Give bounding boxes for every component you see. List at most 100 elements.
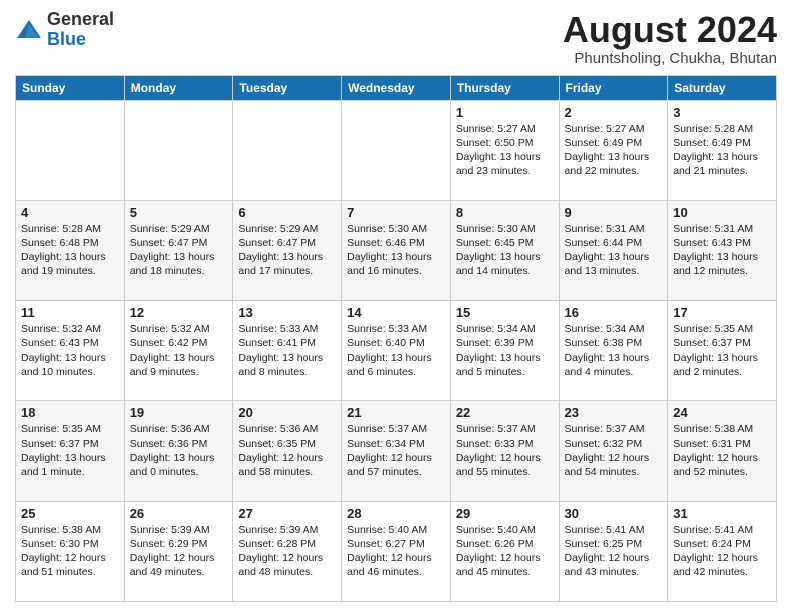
day-info: Sunset: 6:33 PM	[456, 437, 554, 451]
week-row-1: 1Sunrise: 5:27 AMSunset: 6:50 PMDaylight…	[16, 100, 777, 200]
day-info: Sunrise: 5:41 AM	[673, 523, 771, 537]
day-info: and 1 minute.	[21, 465, 119, 479]
day-info: and 17 minutes.	[238, 264, 336, 278]
day-info: and 0 minutes.	[130, 465, 228, 479]
day-info: Sunset: 6:46 PM	[347, 236, 445, 250]
day-info: Sunrise: 5:29 AM	[238, 222, 336, 236]
day-info: Sunrise: 5:36 AM	[238, 422, 336, 436]
day-number: 20	[238, 405, 336, 420]
day-of-week-monday: Monday	[124, 75, 233, 100]
calendar-cell: 29Sunrise: 5:40 AMSunset: 6:26 PMDayligh…	[450, 501, 559, 601]
day-info: Sunset: 6:43 PM	[673, 236, 771, 250]
calendar-cell: 9Sunrise: 5:31 AMSunset: 6:44 PMDaylight…	[559, 200, 668, 300]
calendar-cell: 1Sunrise: 5:27 AMSunset: 6:50 PMDaylight…	[450, 100, 559, 200]
day-info: Sunset: 6:36 PM	[130, 437, 228, 451]
day-info: Sunset: 6:25 PM	[565, 537, 663, 551]
day-info: and 43 minutes.	[565, 565, 663, 579]
day-info: Daylight: 13 hours	[130, 351, 228, 365]
day-info: Daylight: 12 hours	[238, 451, 336, 465]
calendar-cell: 10Sunrise: 5:31 AMSunset: 6:43 PMDayligh…	[668, 200, 777, 300]
week-row-4: 18Sunrise: 5:35 AMSunset: 6:37 PMDayligh…	[16, 401, 777, 501]
day-info: Sunrise: 5:41 AM	[565, 523, 663, 537]
day-info: Daylight: 13 hours	[673, 150, 771, 164]
day-number: 11	[21, 305, 119, 320]
day-info: and 51 minutes.	[21, 565, 119, 579]
calendar-table: SundayMondayTuesdayWednesdayThursdayFrid…	[15, 75, 777, 602]
day-info: Sunrise: 5:31 AM	[565, 222, 663, 236]
day-info: Sunset: 6:37 PM	[21, 437, 119, 451]
day-info: and 58 minutes.	[238, 465, 336, 479]
day-number: 16	[565, 305, 663, 320]
day-info: Daylight: 12 hours	[673, 551, 771, 565]
calendar-cell: 7Sunrise: 5:30 AMSunset: 6:46 PMDaylight…	[342, 200, 451, 300]
day-info: Daylight: 13 hours	[21, 451, 119, 465]
day-info: Sunrise: 5:32 AM	[130, 322, 228, 336]
day-number: 3	[673, 105, 771, 120]
day-info: and 55 minutes.	[456, 465, 554, 479]
day-info: Sunset: 6:49 PM	[673, 136, 771, 150]
day-info: Daylight: 12 hours	[347, 551, 445, 565]
calendar-cell: 12 Sunrise: 5:32 AMSunset: 6:42 PMDayligh…	[124, 301, 233, 401]
calendar-cell: 14Sunrise: 5:33 AMSunset: 6:40 PMDayligh…	[342, 301, 451, 401]
day-number: 7	[347, 205, 445, 220]
day-info: Daylight: 13 hours	[347, 250, 445, 264]
day-info: Sunrise: 5:28 AM	[673, 122, 771, 136]
header: General Blue August 2024 Phuntsholing, C…	[15, 10, 777, 67]
calendar-cell: 4Sunrise: 5:28 AMSunset: 6:48 PMDaylight…	[16, 200, 125, 300]
day-of-week-sunday: Sunday	[16, 75, 125, 100]
day-info: and 16 minutes.	[347, 264, 445, 278]
day-info: Daylight: 13 hours	[238, 351, 336, 365]
day-number: 21	[347, 405, 445, 420]
day-number: 28	[347, 506, 445, 521]
day-number: 12	[130, 305, 228, 320]
calendar-cell: 30Sunrise: 5:41 AMSunset: 6:25 PMDayligh…	[559, 501, 668, 601]
day-info: Sunrise: 5:27 AM	[565, 122, 663, 136]
day-info: Daylight: 13 hours	[456, 150, 554, 164]
day-info: Sunset: 6:38 PM	[565, 336, 663, 350]
day-info: Sunrise: 5:27 AM	[456, 122, 554, 136]
day-of-week-tuesday: Tuesday	[233, 75, 342, 100]
day-info: Sunset: 6:28 PM	[238, 537, 336, 551]
day-number: 30	[565, 506, 663, 521]
day-info: and 13 minutes.	[565, 264, 663, 278]
day-info: Daylight: 12 hours	[21, 551, 119, 565]
day-number: 18	[21, 405, 119, 420]
day-info: Sunset: 6:26 PM	[456, 537, 554, 551]
day-info: Sunset: 6:32 PM	[565, 437, 663, 451]
day-info: Sunset: 6:42 PM	[130, 336, 228, 350]
day-info: Sunset: 6:47 PM	[238, 236, 336, 250]
day-number: 13	[238, 305, 336, 320]
day-info: and 22 minutes.	[565, 164, 663, 178]
day-info: and 4 minutes.	[565, 365, 663, 379]
day-number: 17	[673, 305, 771, 320]
day-info: Sunrise: 5:33 AM	[238, 322, 336, 336]
calendar-cell: 3 Sunrise: 5:28 AMSunset: 6:49 PMDaylight…	[668, 100, 777, 200]
day-info: Daylight: 13 hours	[21, 250, 119, 264]
day-number: 8	[456, 205, 554, 220]
day-info: and 21 minutes.	[673, 164, 771, 178]
day-info: and 57 minutes.	[347, 465, 445, 479]
day-info: Daylight: 13 hours	[238, 250, 336, 264]
day-info: Sunrise: 5:37 AM	[456, 422, 554, 436]
day-info: Daylight: 13 hours	[130, 250, 228, 264]
day-info: Daylight: 13 hours	[456, 351, 554, 365]
day-info: Sunset: 6:49 PM	[565, 136, 663, 150]
title-block: August 2024 Phuntsholing, Chukha, Bhutan	[563, 10, 777, 67]
calendar-cell	[16, 100, 125, 200]
day-info: and 8 minutes.	[238, 365, 336, 379]
day-info: Sunrise: 5:29 AM	[130, 222, 228, 236]
day-info: Sunrise: 5:39 AM	[238, 523, 336, 537]
day-info: Sunrise: 5:35 AM	[21, 422, 119, 436]
day-info: Daylight: 12 hours	[673, 451, 771, 465]
day-info: Daylight: 12 hours	[565, 451, 663, 465]
day-info: Daylight: 13 hours	[130, 451, 228, 465]
day-number: 14	[347, 305, 445, 320]
day-info: Sunrise: 5:40 AM	[347, 523, 445, 537]
day-info: Daylight: 13 hours	[21, 351, 119, 365]
day-info: Daylight: 12 hours	[238, 551, 336, 565]
day-info: and 42 minutes.	[673, 565, 771, 579]
day-info: Sunset: 6:44 PM	[565, 236, 663, 250]
day-info: Sunset: 6:24 PM	[673, 537, 771, 551]
day-info: Sunrise: 5:37 AM	[565, 422, 663, 436]
day-info: Sunset: 6:29 PM	[130, 537, 228, 551]
